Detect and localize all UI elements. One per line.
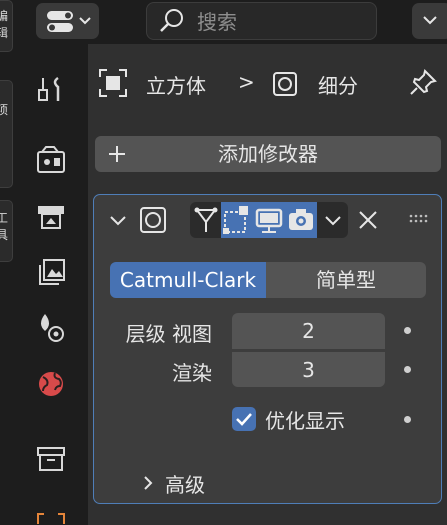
close-icon[interactable]	[356, 208, 380, 232]
world-icon[interactable]	[34, 366, 68, 402]
left-tab-label: 编辑	[0, 7, 10, 41]
collection-icon[interactable]	[34, 442, 68, 476]
edit-mode-icon[interactable]	[222, 204, 252, 236]
advanced-subpanel-label[interactable]: 高级	[165, 469, 205, 498]
object-icon[interactable]	[34, 508, 68, 525]
on-cage-icon[interactable]	[192, 204, 220, 236]
keyframe-dot-icon[interactable]	[404, 416, 411, 423]
left-tab-label: 工具	[0, 209, 10, 243]
pin-icon[interactable]	[408, 66, 440, 100]
subdivision-type-catmull-clark[interactable]: Catmull-Clark	[110, 262, 266, 298]
add-modifier-label: 添加修改器	[218, 142, 318, 166]
breadcrumb-object: 立方体	[146, 74, 206, 98]
view-layer-icon[interactable]	[34, 256, 68, 290]
editor-type-button[interactable]	[36, 3, 99, 39]
left-tab-tool[interactable]: 工具	[0, 200, 13, 262]
subdivision-modifier-panel	[93, 194, 442, 504]
left-tab-item[interactable]: 项	[0, 80, 13, 188]
camera-render-icon[interactable]	[286, 204, 316, 236]
optimal-display-label: 优化显示	[265, 409, 345, 433]
left-tab-label: 项	[0, 101, 10, 118]
chevron-down-icon	[423, 16, 437, 25]
drag-handle-icon[interactable]	[408, 212, 432, 226]
editor-options-button[interactable]	[412, 3, 447, 39]
levels-viewport-field[interactable]: 2	[232, 313, 385, 349]
levels-viewport-label: 层级 视图	[125, 322, 212, 346]
output-icon[interactable]	[34, 200, 68, 234]
search-placeholder: 搜索	[197, 10, 237, 34]
left-tab-strip: 编辑 项 工具	[0, 0, 14, 525]
chevron-down-icon[interactable]	[318, 204, 348, 236]
keyframe-dot-icon[interactable]	[404, 366, 411, 373]
object-data-icon	[99, 69, 127, 97]
search-icon	[160, 9, 183, 32]
scene-icon[interactable]	[34, 310, 68, 346]
chevron-right-icon[interactable]	[138, 471, 158, 495]
tool-icon[interactable]	[34, 72, 68, 108]
breadcrumb-modifier: 细分	[318, 74, 358, 98]
viewport-display-icon[interactable]	[254, 204, 284, 236]
keyframe-dot-icon[interactable]	[404, 327, 411, 334]
render-icon[interactable]	[34, 143, 68, 177]
optimal-display-checkbox[interactable]	[232, 407, 256, 431]
subdivision-modifier-icon	[140, 207, 166, 233]
subdivision-modifier-icon	[273, 72, 297, 96]
search-input[interactable]	[146, 2, 377, 40]
render-levels-field[interactable]: 3	[232, 351, 385, 387]
left-tab-edit[interactable]: 编辑	[0, 0, 13, 52]
properties-editor-icon	[47, 11, 91, 32]
checkmark-icon	[236, 413, 252, 426]
render-levels-label: 渲染	[172, 361, 212, 385]
breadcrumb-separator: >	[238, 70, 255, 94]
subdivision-type-simple[interactable]: 简单型	[266, 262, 426, 298]
chevron-down-icon[interactable]	[105, 207, 131, 233]
